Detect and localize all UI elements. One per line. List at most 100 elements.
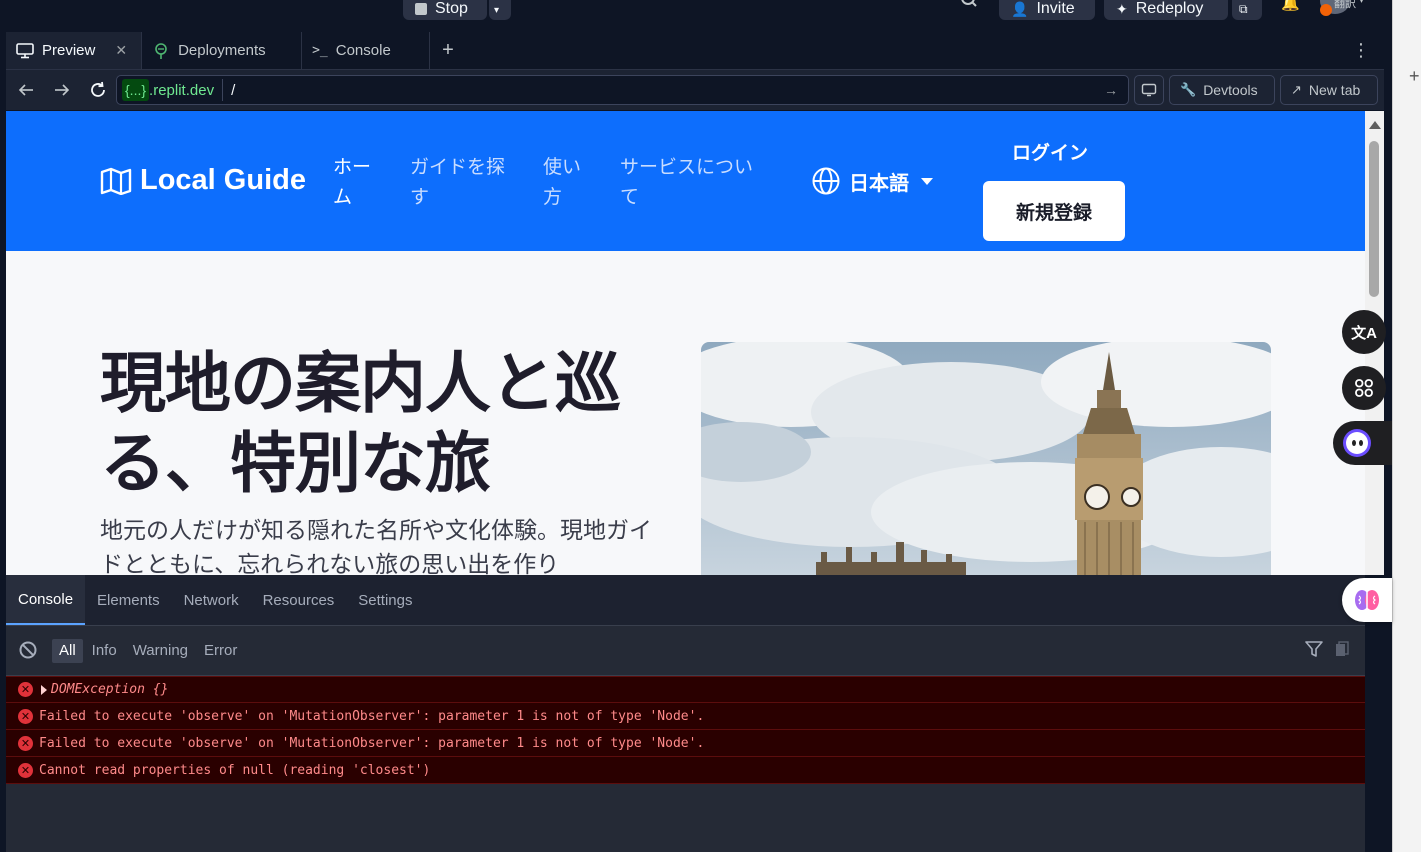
log-entry[interactable]: ✕ Cannot read properties of null (readin…: [6, 757, 1365, 784]
arrow-left-icon: [18, 84, 33, 96]
level-warning[interactable]: Warning: [126, 639, 195, 663]
log-text: Failed to execute 'observe' on 'Mutation…: [39, 735, 705, 751]
error-icon: ✕: [18, 735, 33, 751]
nav-about[interactable]: サービスについ て: [620, 153, 753, 213]
arrow-right-icon: [55, 84, 70, 96]
close-icon[interactable]: ✕: [115, 42, 127, 59]
devtools-tab-bar: Console Elements Network Resources Setti…: [6, 575, 1365, 626]
user-plus-icon: 👤: [1011, 1, 1029, 17]
reload-button[interactable]: [80, 74, 116, 106]
preview-webview: Local Guide ホー ム ガイドを探 す 使い 方 サービスについ て …: [6, 111, 1365, 575]
log-text: Cannot read properties of null (reading …: [39, 762, 431, 778]
filter-icon[interactable]: [1305, 641, 1323, 662]
translate-extension-button[interactable]: 文A: [1342, 310, 1386, 354]
url-host-badge: {...}: [122, 79, 150, 101]
nav-find-guide-line2: す: [410, 187, 430, 208]
log-entry[interactable]: ✕ DOMException {}: [6, 676, 1365, 703]
screen-icon: [1141, 83, 1157, 97]
redeploy-button[interactable]: ✦ Redeploy: [1104, 0, 1228, 20]
nav-find-guide-line1: ガイドを探: [410, 157, 506, 178]
login-link[interactable]: ログイン: [1012, 138, 1088, 165]
console-log-list: ✕ DOMException {} ✕ Failed to execute 'o…: [6, 676, 1365, 784]
hero-title: 現地の案内人と巡る、特別な旅: [100, 346, 621, 500]
nav-about-line1: サービスについ: [620, 157, 754, 178]
caret-down-icon: [921, 177, 933, 185]
url-input[interactable]: {...} .replit.dev / →: [116, 75, 1129, 105]
devtools-button[interactable]: 🔧 Devtools: [1169, 75, 1275, 105]
assistant-face-icon: [1343, 429, 1371, 457]
redeploy-icon: ✦: [1116, 1, 1128, 17]
nav-how-to-use-line1: 使い: [543, 157, 582, 178]
stop-label: Stop: [435, 0, 468, 17]
devtools-tab-resources[interactable]: Resources: [251, 575, 347, 625]
log-entry[interactable]: ✕ Failed to execute 'observe' on 'Mutati…: [6, 703, 1365, 730]
tab-console[interactable]: >_ Console: [302, 32, 431, 69]
more-options-icon[interactable]: ⋮: [1352, 40, 1370, 60]
signup-button[interactable]: 新規登録: [983, 181, 1125, 241]
nav-home[interactable]: ホー ム: [333, 153, 371, 213]
clear-console-icon[interactable]: [18, 640, 40, 662]
error-icon: ✕: [18, 682, 33, 697]
search-icon[interactable]: [960, 0, 978, 10]
language-selector[interactable]: 日本語: [811, 166, 933, 196]
redeploy-label: Redeploy: [1135, 0, 1204, 17]
new-tab-open-button[interactable]: ↗ New tab: [1280, 75, 1378, 105]
devtools-tab-elements[interactable]: Elements: [85, 575, 172, 625]
new-tab-label: New tab: [1308, 82, 1361, 98]
translate-badge: 翻訳: [1334, 0, 1356, 10]
scrollbar-thumb[interactable]: [1369, 141, 1379, 297]
copy-icon[interactable]: [1335, 641, 1349, 662]
level-info[interactable]: Info: [85, 639, 124, 663]
nav-how-to-use[interactable]: 使い 方: [543, 153, 581, 213]
site-logo[interactable]: Local Guide: [100, 164, 306, 197]
site-navbar: Local Guide ホー ム ガイドを探 す 使い 方 サービスについ て …: [6, 111, 1365, 251]
forward-button[interactable]: [44, 74, 80, 106]
error-icon: ✕: [18, 708, 33, 724]
devtools-tab-console[interactable]: Console: [6, 575, 86, 625]
chevron-down-icon: ▾: [494, 5, 500, 16]
hero-description: 地元の人だけが知る隠れた名所や文化体験。現地ガイドとともに、忘れられない旅の思い…: [100, 517, 652, 575]
console-filter-bar: All Info Warning Error: [6, 626, 1365, 676]
deploy-icon: [155, 42, 167, 59]
preview-url-bar: {...} .replit.dev / → 🔧 Devtools ↗ New t…: [6, 70, 1384, 110]
new-tab-button[interactable]: +: [430, 32, 466, 69]
level-error[interactable]: Error: [197, 639, 244, 663]
devtools-tab-settings[interactable]: Settings: [346, 575, 424, 625]
url-divider: [222, 79, 224, 101]
scroll-up-arrow-icon[interactable]: [1369, 121, 1381, 129]
expand-caret-icon[interactable]: [41, 684, 47, 695]
back-button[interactable]: [8, 74, 44, 106]
hero-image-big-ben: [701, 342, 1271, 575]
invite-label: Invite: [1036, 0, 1075, 17]
share-icon: ⧉: [1239, 2, 1248, 16]
chevron-down-icon[interactable]: ▾: [1359, 0, 1364, 6]
screen-size-button[interactable]: [1134, 75, 1164, 105]
stop-dropdown-button[interactable]: ▾: [489, 0, 511, 20]
apps-grid-icon: [1355, 379, 1373, 397]
log-entry[interactable]: ✕ Failed to execute 'observe' on 'Mutati…: [6, 730, 1365, 757]
nav-home-line2: ム: [333, 187, 353, 208]
browser-side-strip: +: [1392, 0, 1421, 852]
reload-icon: [91, 81, 105, 97]
tab-deployments[interactable]: Deployments: [142, 32, 303, 69]
pane-tab-bar: Preview ✕ Deployments >_ Console + ⋮: [6, 32, 1384, 70]
tab-preview[interactable]: Preview ✕: [6, 32, 143, 69]
level-all[interactable]: All: [52, 638, 83, 663]
tab-console-label: Console: [335, 42, 391, 59]
assistant-extension-button[interactable]: [1333, 421, 1392, 465]
workspace-header: Stop ▾ 👤 Invite ✦ Redeploy ⧉ 🔔 翻訳 ▾: [0, 0, 1392, 28]
avatar-badge: [1320, 4, 1332, 16]
external-link-icon: ↗: [1291, 82, 1302, 97]
plus-icon[interactable]: +: [1409, 66, 1420, 87]
apps-extension-button[interactable]: [1342, 366, 1386, 410]
nav-find-guide[interactable]: ガイドを探 す: [410, 153, 505, 213]
devtools-tab-network[interactable]: Network: [172, 575, 251, 625]
go-arrow-icon[interactable]: →: [1104, 82, 1118, 98]
url-host: .replit.dev: [149, 81, 215, 99]
share-button[interactable]: ⧉: [1232, 0, 1262, 20]
bell-icon[interactable]: 🔔: [1281, 0, 1300, 12]
error-icon: ✕: [18, 762, 33, 778]
stop-button[interactable]: Stop: [403, 0, 487, 20]
brain-extension-button[interactable]: [1342, 578, 1392, 622]
invite-button[interactable]: 👤 Invite: [999, 0, 1095, 20]
